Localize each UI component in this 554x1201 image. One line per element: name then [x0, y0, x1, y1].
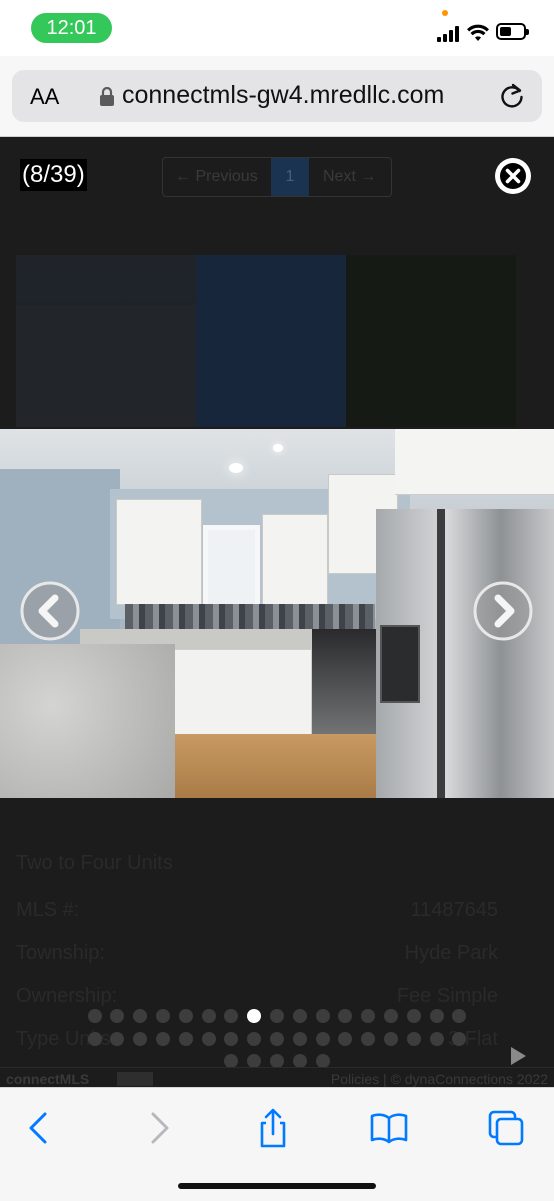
- photo-indicator-dot[interactable]: [292, 1031, 307, 1046]
- previous-photo-arrow-icon[interactable]: [20, 581, 80, 641]
- text-size-label: AA: [30, 84, 60, 109]
- next-page-link[interactable]: Next →: [323, 168, 376, 186]
- lock-icon: [100, 87, 114, 106]
- detail-row-ownership: Ownership: Fee Simple: [16, 985, 498, 1011]
- back-icon[interactable]: [17, 1106, 61, 1150]
- detail-row-township: Township: Hyde Park: [16, 942, 498, 968]
- wifi-icon: [467, 24, 489, 41]
- footer-brand: connectMLS: [6, 1071, 90, 1087]
- status-time: 12:01: [31, 13, 112, 43]
- lightbox-photo-kitchen[interactable]: [0, 429, 554, 798]
- tabs-icon[interactable]: [484, 1106, 528, 1150]
- previous-page-link[interactable]: ← Previous: [175, 168, 258, 186]
- photo-indicator-dot[interactable]: [201, 1031, 216, 1046]
- address-bar[interactable]: AA connectmls-gw4.mredllc.com: [12, 70, 542, 122]
- url-text[interactable]: connectmls-gw4.mredllc.com: [122, 81, 444, 110]
- browser-address-area: AA connectmls-gw4.mredllc.com: [0, 56, 554, 137]
- privacy-indicator-dot: [442, 10, 448, 16]
- reload-icon[interactable]: [499, 82, 525, 110]
- photo-indicator-dot[interactable]: [270, 1009, 284, 1023]
- detail-value: 11487645: [410, 899, 499, 921]
- photo-indicator-dot[interactable]: [452, 1031, 467, 1046]
- detail-label: Ownership:: [16, 985, 118, 1007]
- forward-icon[interactable]: [137, 1106, 181, 1150]
- photo-indicator-dot[interactable]: [178, 1009, 193, 1023]
- photo-indicator-dot[interactable]: [315, 1031, 330, 1046]
- photo-indicator-dot[interactable]: [384, 1009, 398, 1023]
- home-indicator: [178, 1183, 376, 1189]
- photo-indicator-dot[interactable]: [429, 1009, 444, 1023]
- current-page-number[interactable]: 1: [271, 158, 309, 196]
- photo-indicator-dot[interactable]: [429, 1031, 444, 1046]
- text-size-button[interactable]: AA: [30, 84, 59, 110]
- listing-page: (8/39) ← Previous 1 Next → Two to Four U…: [0, 137, 554, 1087]
- page-footer: connectMLS Policies | © dynaConnections …: [0, 1067, 554, 1087]
- photo-indicator-dot[interactable]: [361, 1009, 376, 1023]
- detail-value: Fee Simple: [396, 985, 498, 1007]
- photo-indicator-dot[interactable]: [110, 1009, 125, 1023]
- status-bar: 12:01: [0, 0, 554, 56]
- detail-value: Hyde Park: [404, 942, 498, 964]
- photo-indicator-dot[interactable]: [247, 1031, 262, 1046]
- photo-counter: (8/39): [20, 159, 87, 191]
- photo-indicator-dot[interactable]: [338, 1009, 353, 1023]
- photo-indicator-dot[interactable]: [133, 1031, 148, 1046]
- photo-indicator-dot[interactable]: [87, 1009, 102, 1023]
- battery-icon: [496, 23, 529, 40]
- detail-label: MLS #:: [16, 899, 80, 921]
- photo-indicator-dot[interactable]: [292, 1009, 307, 1023]
- photo-indicator-dot[interactable]: [292, 1054, 307, 1068]
- photo-indicator-dot[interactable]: [156, 1009, 170, 1023]
- photo-indicator-dot[interactable]: [452, 1009, 467, 1023]
- slideshow-play-icon[interactable]: [511, 1047, 526, 1065]
- dimmed-main-listing-photo: [16, 255, 516, 427]
- photo-indicator-dot[interactable]: [224, 1031, 239, 1046]
- photo-indicator-dot[interactable]: [406, 1031, 421, 1046]
- photo-indicator-dot[interactable]: [156, 1031, 170, 1046]
- close-icon[interactable]: [492, 155, 534, 197]
- photo-indicator-dot[interactable]: [133, 1009, 148, 1023]
- photo-indicator-dot[interactable]: [270, 1054, 284, 1068]
- photo-indicator-dot[interactable]: [315, 1009, 330, 1023]
- photo-indicator-dot[interactable]: [406, 1009, 421, 1023]
- share-icon[interactable]: [251, 1106, 295, 1150]
- photo-indicator-dot[interactable]: [110, 1031, 125, 1046]
- photo-indicator-dot[interactable]: [270, 1031, 284, 1046]
- photo-indicator-dot[interactable]: [201, 1009, 216, 1023]
- browser-toolbar: [0, 1087, 554, 1201]
- photo-indicator-dot[interactable]: [361, 1031, 376, 1046]
- footer-links[interactable]: Policies | © dynaConnections 2022: [331, 1071, 548, 1087]
- photo-indicator-dot[interactable]: [87, 1031, 102, 1046]
- cellular-signal-icon: [437, 26, 461, 42]
- photo-indicator-dot[interactable]: [247, 1009, 262, 1023]
- photo-indicator-dots: [0, 1009, 554, 1073]
- photo-indicator-dot[interactable]: [178, 1031, 193, 1046]
- photo-indicator-dot[interactable]: [224, 1054, 239, 1068]
- bookmarks-icon[interactable]: [367, 1106, 411, 1150]
- pagination: ← Previous 1 Next →: [162, 157, 392, 197]
- next-photo-arrow-icon[interactable]: [473, 581, 533, 641]
- detail-row-mls: MLS #: 11487645: [16, 899, 498, 925]
- detail-label: Township:: [16, 942, 105, 964]
- property-type-title: Two to Four Units: [16, 852, 173, 874]
- footer-logo-badge: [117, 1072, 153, 1086]
- photo-indicator-dot[interactable]: [384, 1031, 398, 1046]
- photo-indicator-dot[interactable]: [224, 1009, 239, 1023]
- photo-indicator-dot[interactable]: [315, 1054, 330, 1068]
- photo-indicator-dot[interactable]: [338, 1031, 353, 1046]
- photo-indicator-dot[interactable]: [247, 1054, 262, 1068]
